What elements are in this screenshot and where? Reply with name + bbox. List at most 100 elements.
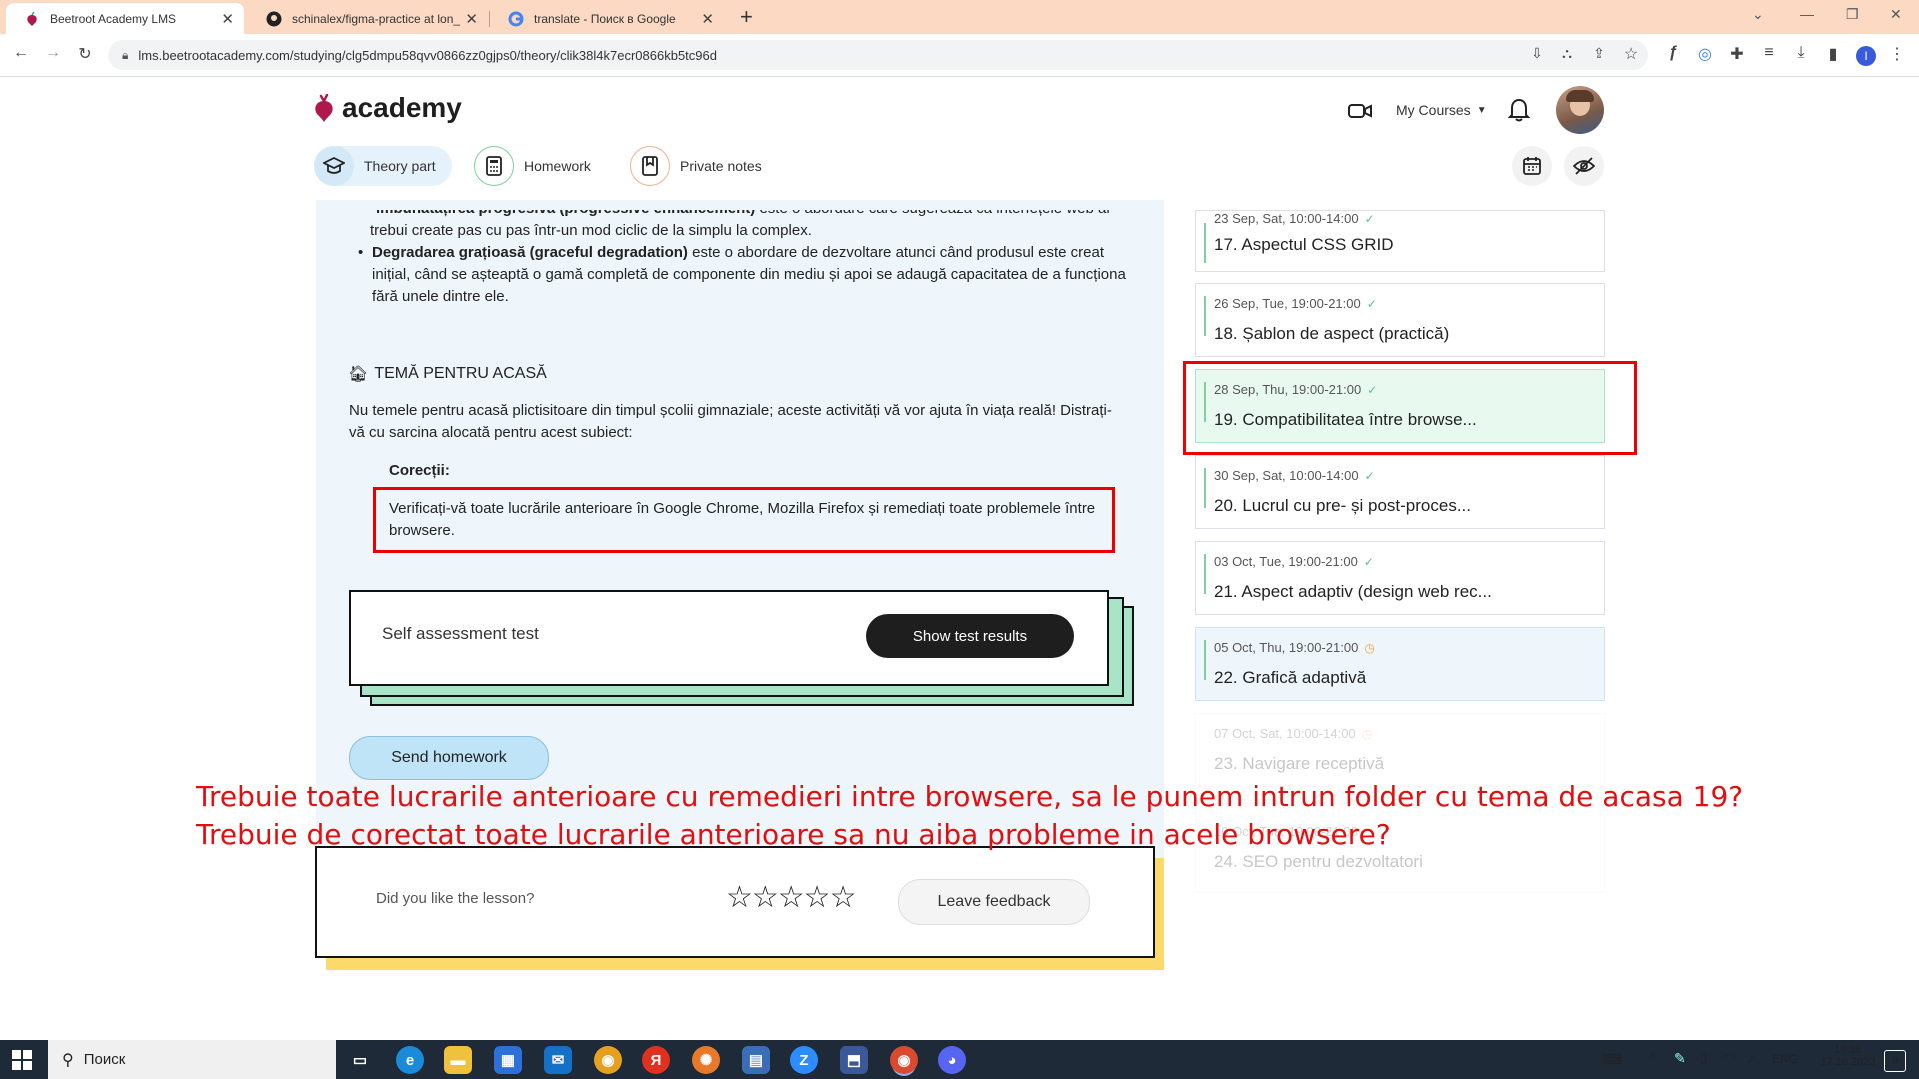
tab-close-icon[interactable]: ✕ xyxy=(465,10,478,28)
reload-icon[interactable]: ↻ xyxy=(74,44,96,64)
media-control-icon[interactable]: ≡ xyxy=(1758,44,1780,62)
chevron-down-icon: ▼ xyxy=(1476,104,1487,116)
pen-icon[interactable]: ✎ xyxy=(1674,1050,1686,1067)
tab-github[interactable]: schinalex/figma-practice at lon_ ✕ xyxy=(248,3,490,34)
lesson-bar xyxy=(1204,468,1206,508)
install-icon[interactable]: ⇩ xyxy=(1526,45,1548,62)
annotation-highlight-box xyxy=(1183,361,1637,455)
translate-icon[interactable]: ⛬ xyxy=(1556,45,1578,62)
minimize-icon[interactable]: — xyxy=(1800,6,1814,22)
forward-icon[interactable]: → xyxy=(42,44,64,62)
lesson-title: 24. SEO pentru dezvoltatori xyxy=(1214,852,1423,871)
search-icon: ⚲ xyxy=(62,1051,74,1069)
beetroot-logo-icon xyxy=(315,94,333,122)
logo-text: academy xyxy=(342,92,462,123)
lesson-date: 23 Sep, Sat, 10:00-14:00 xyxy=(1214,211,1359,226)
yandex-icon[interactable]: Я xyxy=(642,1046,670,1074)
feedback-question: Did you like the lesson? xyxy=(376,890,535,907)
academy-logo[interactable]: academy xyxy=(312,92,462,124)
tab-private-notes[interactable]: Private notes xyxy=(630,146,778,186)
blender-icon[interactable]: ✺ xyxy=(692,1046,720,1074)
notification-center-icon[interactable]: 9 xyxy=(1884,1050,1906,1072)
extension-circle-icon[interactable]: ◎ xyxy=(1694,44,1716,64)
star-rating[interactable]: ☆☆☆☆☆ xyxy=(726,880,856,915)
tab-search-icon[interactable]: ⌄ xyxy=(1752,6,1764,23)
downloads-icon[interactable]: ⤓ xyxy=(1790,44,1812,62)
lesson-item[interactable]: 30 Sep, Sat, 10:00-14:00 ✓ 20. Lucrul cu … xyxy=(1195,455,1605,529)
address-bar[interactable]: 🔒︎ lms.beetrootacademy.com/studying/clg5… xyxy=(108,40,1648,70)
user-avatar[interactable] xyxy=(1556,86,1604,134)
tray-expand-icon[interactable]: ^ xyxy=(1650,1050,1656,1064)
discord-icon[interactable]: ◕ xyxy=(938,1046,966,1074)
lesson-date: 30 Sep, Sat, 10:00-14:00 xyxy=(1214,468,1359,483)
tab-title: Beetroot Academy LMS xyxy=(50,11,177,26)
check-circle-icon: ✓ xyxy=(1364,212,1375,226)
menu-kebab-icon[interactable]: ⋮ xyxy=(1886,44,1908,64)
taskbar-clock[interactable]: 19:36 17.10.2023 xyxy=(1818,1044,1878,1068)
calendar-icon[interactable] xyxy=(1512,146,1552,186)
annotation-question-1: Trebuie toate lucrarile anterioare cu re… xyxy=(196,780,1744,813)
restore-icon[interactable]: ❐ xyxy=(1846,6,1859,23)
tab-close-icon[interactable]: ✕ xyxy=(221,10,234,28)
profile-avatar-icon[interactable]: I xyxy=(1856,46,1876,66)
tab-google[interactable]: translate - Поиск в Google ✕ xyxy=(490,3,724,34)
beetroot-favicon-icon xyxy=(24,11,40,27)
hide-eye-icon[interactable] xyxy=(1564,146,1604,186)
lesson-item[interactable]: 26 Sep, Tue, 19:00-21:00 ✓ 18. Șablon de … xyxy=(1195,283,1605,357)
clock-time: 19:36 xyxy=(1834,1044,1862,1056)
lesson-title: 20. Lucrul cu pre- și post-proces... xyxy=(1214,496,1472,515)
github-icon xyxy=(266,11,282,27)
annotation-question-2: Trebuie de corectat toate lucrarile ante… xyxy=(196,818,1391,851)
chrome-active-icon[interactable]: ◉ xyxy=(890,1046,918,1074)
lesson-bar xyxy=(1204,296,1206,336)
back-icon[interactable]: ← xyxy=(10,44,32,62)
wifi-icon[interactable]: ◠ xyxy=(1724,1050,1735,1066)
url-text: lms.beetrootacademy.com/studying/clg5dmp… xyxy=(138,47,717,63)
tab-close-icon[interactable]: ✕ xyxy=(701,10,714,28)
store-icon[interactable]: ▦ xyxy=(494,1046,522,1074)
side-panel-icon[interactable]: ▮ xyxy=(1822,44,1844,64)
new-tab-button[interactable]: + xyxy=(740,4,753,30)
video-call-icon[interactable] xyxy=(1340,94,1380,128)
lesson-item-faded[interactable]: 07 Oct, Sat, 10:00-14:00 ◷ 23. Navigare r… xyxy=(1195,713,1605,787)
lesson-item[interactable]: 03 Oct, Tue, 19:00-21:00 ✓ 21. Aspect ada… xyxy=(1195,541,1605,615)
extensions-puzzle-icon[interactable]: ✚ xyxy=(1726,44,1748,64)
tab-homework[interactable]: Homework xyxy=(474,146,607,186)
send-homework-button[interactable]: Send homework xyxy=(349,736,549,780)
volume-icon[interactable]: ♪ xyxy=(1748,1050,1755,1065)
mail-icon[interactable]: ✉ xyxy=(544,1046,572,1074)
clock-pending-icon: ◷ xyxy=(1361,727,1373,741)
battery-icon[interactable]: ▯ xyxy=(1700,1050,1707,1066)
lesson-bar xyxy=(1204,554,1206,594)
tab-theory-part[interactable]: Theory part xyxy=(314,146,452,186)
share-icon[interactable]: ⇪ xyxy=(1588,45,1610,62)
app-icon[interactable]: ⬒ xyxy=(840,1046,868,1074)
windows-start-icon[interactable] xyxy=(12,1050,32,1075)
my-courses-dropdown[interactable]: My Courses ▼ xyxy=(1396,102,1487,118)
lock-icon: 🔒︎ xyxy=(122,47,129,62)
bell-icon[interactable] xyxy=(1507,98,1531,127)
leave-feedback-button[interactable]: Leave feedback xyxy=(898,879,1090,925)
lesson-item-next[interactable]: 05 Oct, Thu, 19:00-21:00 ◷ 22. Grafică ad… xyxy=(1195,627,1605,701)
close-window-icon[interactable]: ✕ xyxy=(1890,6,1902,23)
keyboard-icon[interactable]: ⌨ xyxy=(1602,1051,1622,1068)
language-indicator[interactable]: ENG xyxy=(1772,1052,1798,1066)
calculator-app-icon[interactable]: ▤ xyxy=(742,1046,770,1074)
show-test-results-button[interactable]: Show test results xyxy=(866,614,1074,658)
check-circle-icon: ✓ xyxy=(1364,469,1375,483)
tab-beetroot[interactable]: Beetroot Academy LMS ✕ xyxy=(6,3,244,34)
corrections-text: Verificați-vă toate lucrările anterioare… xyxy=(389,500,1096,539)
lesson-item[interactable]: 23 Sep, Sat, 10:00-14:00 ✓ 17. Aspectul C… xyxy=(1195,210,1605,272)
edge-icon[interactable]: e xyxy=(396,1046,424,1074)
function-extension-icon[interactable]: ƒ xyxy=(1662,44,1684,62)
chrome-icon[interactable]: ◉ xyxy=(594,1046,622,1074)
file-explorer-icon[interactable]: ▬ xyxy=(444,1046,472,1074)
bookmark-star-icon[interactable]: ☆ xyxy=(1620,44,1642,64)
taskbar-search[interactable]: ⚲ Поиск xyxy=(48,1040,336,1079)
check-circle-icon: ✓ xyxy=(1363,555,1374,569)
task-view-icon[interactable]: ▭ xyxy=(346,1046,374,1074)
zoom-icon[interactable]: Z xyxy=(790,1046,818,1074)
homework-label: Homework xyxy=(524,158,591,174)
notebook-icon xyxy=(630,146,670,186)
homework-heading-text: TEMĂ PENTRU ACASĂ xyxy=(374,365,547,382)
